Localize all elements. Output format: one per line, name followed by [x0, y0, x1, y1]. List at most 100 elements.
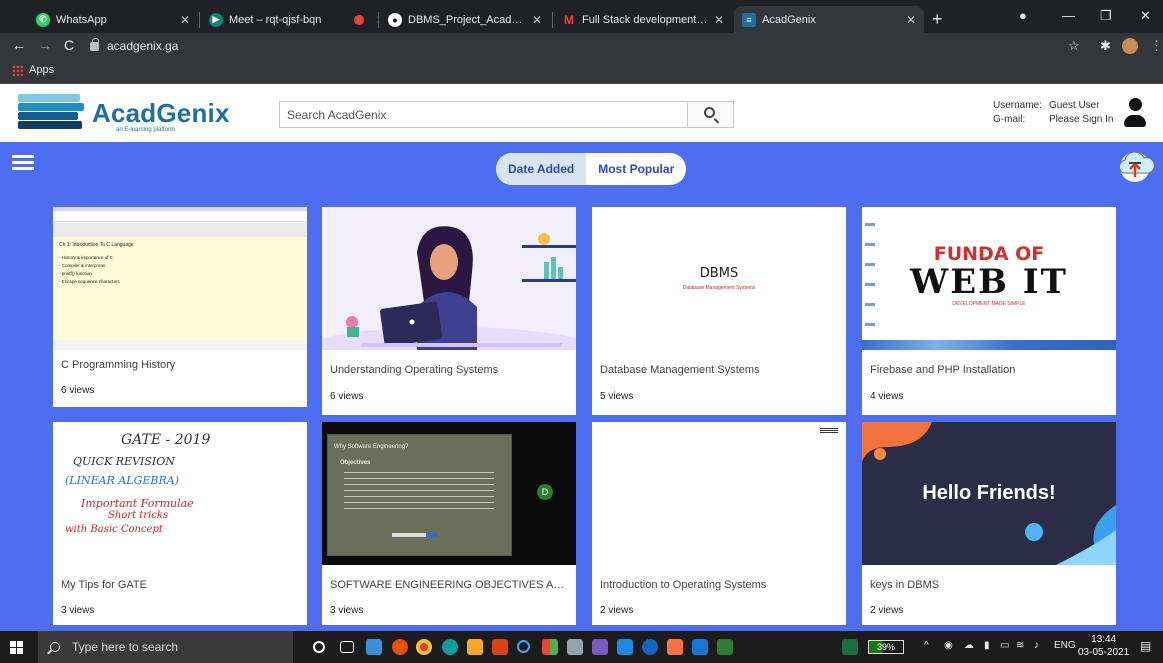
- video-thumbnail[interactable]: [322, 207, 576, 350]
- video-thumbnail[interactable]: DBMS Database Management Systems: [592, 207, 846, 350]
- file-explorer-icon[interactable]: [467, 639, 483, 655]
- clock-time: 13:44: [1091, 634, 1117, 645]
- search-input[interactable]: [280, 102, 688, 127]
- battery-indicator[interactable]: 39%: [868, 640, 904, 654]
- tab-github[interactable]: ● DBMS_Project_AcadGenix/Team3 ✕: [380, 6, 550, 33]
- battery-icon[interactable]: ▭: [1000, 640, 1009, 651]
- video-card[interactable]: Ch 1: Introduction To C Language - Histo…: [53, 207, 307, 407]
- thumb-subheading: Database Management Systems: [682, 285, 756, 291]
- edge-icon[interactable]: [442, 639, 458, 655]
- tab-label: Full Stack development - Project: [582, 13, 708, 26]
- video-thumbnail[interactable]: Hello Friends!: [862, 422, 1116, 565]
- volume-icon[interactable]: ♪: [1034, 640, 1039, 651]
- avatar[interactable]: [1122, 38, 1138, 54]
- circle-app-icon[interactable]: [517, 640, 530, 653]
- user-avatar-icon[interactable]: [1123, 98, 1147, 130]
- video-card[interactable]: Hello Friends! keys in DBMS 2 views: [862, 422, 1116, 625]
- app-icon[interactable]: [667, 639, 683, 655]
- back-arrow-icon[interactable]: ←: [12, 37, 26, 53]
- video-card[interactable]: DBMS Database Management Systems Databas…: [592, 207, 846, 415]
- video-card[interactable]: Understanding Operating Systems 6 views: [322, 207, 576, 415]
- sort-date-added-button[interactable]: Date Added: [496, 153, 587, 185]
- notification-icon[interactable]: ▤: [1140, 639, 1151, 653]
- restore-button[interactable]: ❐: [1100, 8, 1112, 24]
- video-title[interactable]: Introduction to Operating Systems: [600, 579, 840, 591]
- taskbar-search[interactable]: Type here to search: [38, 631, 293, 663]
- video-thumbnail[interactable]: Why Software Engineering? Objectives D: [322, 422, 576, 565]
- upload-cloud-icon[interactable]: [1115, 147, 1155, 183]
- clock[interactable]: 13:44 03-05-2021: [1078, 633, 1129, 659]
- close-icon[interactable]: ✕: [532, 13, 542, 27]
- user-info: Username: Guest User G-mail: Please Sign…: [993, 99, 1114, 127]
- cortana-icon[interactable]: [313, 641, 325, 653]
- minimize-button[interactable]: —: [1062, 8, 1075, 23]
- vscode-icon[interactable]: [617, 639, 633, 655]
- gmail-value[interactable]: Please Sign In: [1049, 113, 1114, 127]
- video-title[interactable]: Firebase and PHP Installation: [870, 364, 1110, 376]
- logo-icon[interactable]: [18, 94, 84, 130]
- video-thumbnail[interactable]: GATE - 2019 QUICK REVISION (LINEAR ALGEB…: [53, 422, 307, 565]
- wifi-icon[interactable]: ≋: [1016, 640, 1024, 651]
- video-card[interactable]: Introduction to Operating Systems 2 view…: [592, 422, 846, 625]
- chrome-icon[interactable]: [416, 639, 432, 655]
- store-icon[interactable]: [542, 639, 558, 655]
- apps-bookmark[interactable]: Apps: [12, 64, 54, 76]
- video-thumbnail[interactable]: Ch 1: Introduction To C Language - Histo…: [53, 207, 307, 350]
- tab-label: AcadGenix: [762, 13, 816, 26]
- hamburger-menu-icon[interactable]: [12, 155, 34, 171]
- thumb-line: QUICK REVISION: [73, 455, 175, 468]
- app-icon[interactable]: [567, 639, 583, 655]
- excel-icon[interactable]: [842, 639, 858, 655]
- network-icon[interactable]: ◉: [944, 640, 953, 651]
- window-close-button[interactable]: ✕: [1140, 8, 1151, 24]
- pen-icon[interactable]: ▮: [984, 640, 990, 651]
- view-count: 3 views: [330, 605, 364, 616]
- thumb-tag: DEVELOPMENT MADE SIMPLE: [952, 301, 1026, 307]
- profile-icon[interactable]: ●: [1019, 8, 1027, 23]
- bookmark-star-icon[interactable]: ☆: [1068, 38, 1080, 54]
- office-icon[interactable]: [492, 639, 508, 655]
- video-card[interactable]: GATE - 2019 QUICK REVISION (LINEAR ALGEB…: [53, 422, 307, 625]
- video-title[interactable]: My Tips for GATE: [61, 579, 301, 591]
- task-view-icon[interactable]: [340, 641, 354, 653]
- onedrive-icon[interactable]: ☁: [964, 640, 974, 651]
- extensions-icon[interactable]: ✱: [1100, 38, 1111, 54]
- tab-meet[interactable]: ▶ Meet – rqt-qjsf-bqn: [201, 6, 346, 33]
- video-title[interactable]: keys in DBMS: [870, 579, 1110, 591]
- video-title[interactable]: SOFTWARE ENGINEERING OBJECTIVES AN...: [330, 579, 570, 591]
- tab-whatsapp[interactable]: ✆ WhatsApp ✕: [28, 6, 198, 33]
- thumb-line: - History & importance of C: [59, 255, 114, 260]
- close-icon[interactable]: ✕: [906, 13, 916, 27]
- video-card[interactable]: Why Software Engineering? Objectives D S…: [322, 422, 576, 625]
- reload-icon[interactable]: C: [64, 37, 74, 53]
- sort-most-popular-button[interactable]: Most Popular: [586, 153, 686, 185]
- video-thumbnail[interactable]: FUNDA OF WEB IT DEVELOPMENT MADE SIMPLE: [862, 207, 1116, 350]
- skype-icon[interactable]: [642, 639, 658, 655]
- video-title[interactable]: Database Management Systems: [600, 364, 840, 376]
- ubuntu-icon[interactable]: [392, 639, 408, 655]
- tab-acadgenix[interactable]: ≡ AcadGenix ✕: [734, 6, 924, 33]
- notepad-icon[interactable]: [717, 639, 733, 655]
- menu-icon[interactable]: ⋮: [1150, 38, 1163, 54]
- thumb-line: - printf() function: [59, 271, 92, 276]
- close-icon[interactable]: ✕: [714, 13, 724, 27]
- video-thumbnail[interactable]: [592, 422, 846, 565]
- search-button[interactable]: [687, 102, 733, 127]
- forward-arrow-icon[interactable]: →: [38, 37, 52, 53]
- video-title[interactable]: C Programming History: [61, 359, 301, 371]
- tab-recording[interactable]: ✕: [346, 6, 378, 33]
- logo-title[interactable]: AcadGenix: [92, 98, 230, 129]
- video-card[interactable]: FUNDA OF WEB IT DEVELOPMENT MADE SIMPLE …: [862, 207, 1116, 415]
- word-icon[interactable]: [692, 639, 708, 655]
- site-header: AcadGenix an E-learning platform Usernam…: [0, 84, 1163, 142]
- language-indicator[interactable]: ENG: [1054, 640, 1076, 651]
- tray-chevron-icon[interactable]: ^: [924, 640, 929, 651]
- new-tab-button[interactable]: +: [932, 9, 943, 30]
- close-icon[interactable]: ✕: [180, 13, 190, 27]
- visual-studio-icon[interactable]: [592, 639, 608, 655]
- url-field[interactable]: acadgenix.ga: [90, 35, 1050, 57]
- tab-gmail[interactable]: M Full Stack development - Project ✕: [554, 6, 732, 33]
- windows-start-icon[interactable]: [10, 641, 23, 654]
- mail-icon[interactable]: [366, 639, 382, 655]
- video-title[interactable]: Understanding Operating Systems: [330, 364, 570, 376]
